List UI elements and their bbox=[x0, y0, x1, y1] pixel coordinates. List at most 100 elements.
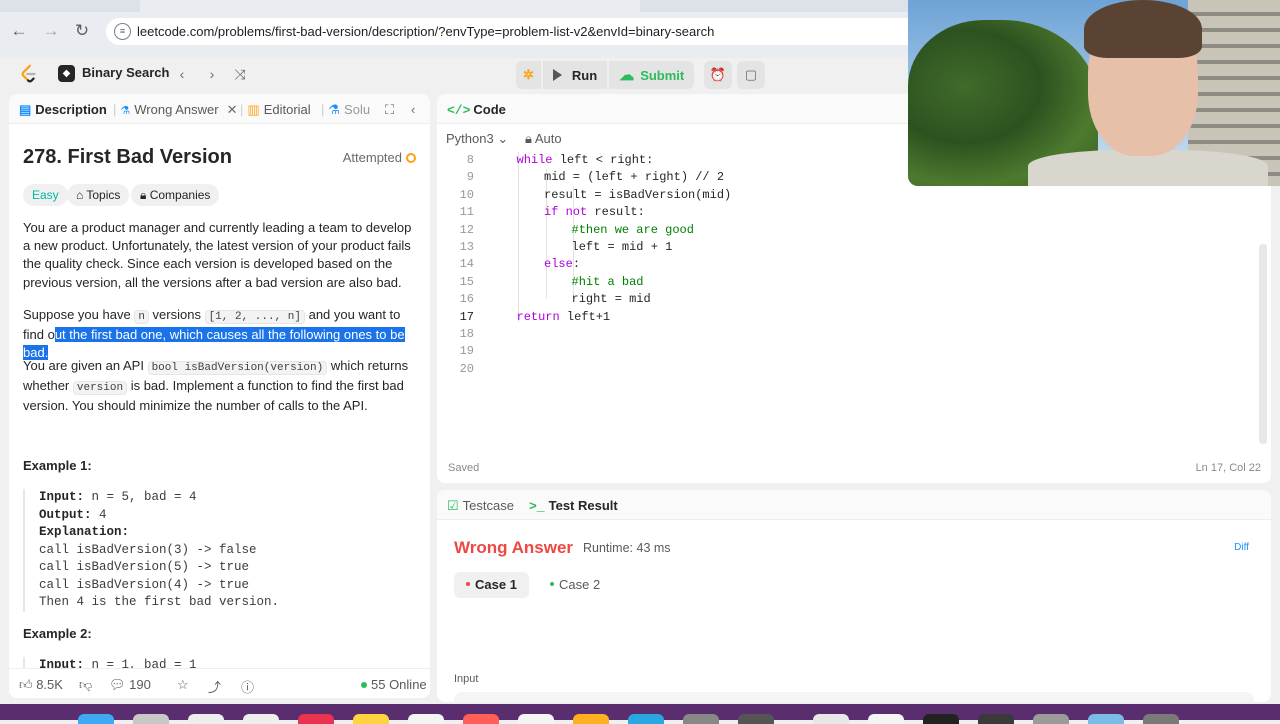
expand-icon[interactable]: ⛶ bbox=[385, 102, 394, 118]
case-1-button[interactable]: Case 1 bbox=[454, 572, 529, 598]
next-problem-icon[interactable]: › bbox=[201, 63, 223, 85]
debug-icon[interactable]: ✲ bbox=[516, 61, 541, 89]
comments-button[interactable]: 💬︎ 190 bbox=[109, 677, 151, 693]
dock-app[interactable] bbox=[573, 714, 609, 724]
dock-app[interactable] bbox=[408, 714, 444, 724]
code-editor[interactable]: 8 while left < right: 9 mid = (left + right… bbox=[437, 152, 1257, 452]
line-source: result = isBadVersion(mid) bbox=[544, 187, 731, 204]
dock-app[interactable] bbox=[78, 714, 114, 724]
tab-description[interactable]: ▤ Description bbox=[19, 102, 107, 118]
save-status: Saved bbox=[448, 462, 480, 474]
dock-app[interactable] bbox=[813, 714, 849, 724]
dock-app[interactable] bbox=[978, 714, 1014, 724]
code-token: right = mid bbox=[571, 292, 651, 307]
flask-icon: ⚗ bbox=[120, 105, 131, 117]
attempted-status: Attempted bbox=[343, 150, 416, 165]
url-text[interactable]: leetcode.com/problems/first-bad-version/… bbox=[137, 24, 714, 39]
submit-button[interactable]: ☁ Submit bbox=[609, 61, 695, 89]
terminal-icon: >_ bbox=[529, 499, 545, 514]
line-number: 14 bbox=[459, 257, 474, 272]
code-line[interactable]: 13 left = mid + 1 bbox=[437, 239, 1257, 256]
alarm-icon[interactable]: ⏰ bbox=[704, 61, 732, 89]
favorite-button[interactable]: ☆ bbox=[177, 677, 189, 693]
tab-testcase[interactable]: ☑ Testcase bbox=[447, 498, 514, 514]
active-tab[interactable] bbox=[140, 0, 640, 12]
dock-app[interactable] bbox=[353, 714, 389, 724]
dock-app[interactable] bbox=[1033, 714, 1069, 724]
forward-icon[interactable]: → bbox=[40, 20, 62, 42]
code-line[interactable]: 14 else: bbox=[437, 256, 1257, 273]
code-line[interactable]: 19 bbox=[437, 343, 1257, 360]
editor-scrollbar[interactable] bbox=[1259, 244, 1267, 444]
example-1-title: Example 1: bbox=[23, 458, 92, 473]
topics-label: Topics bbox=[86, 188, 121, 202]
tab-wrong-answer[interactable]: | ⚗ Wrong Answer ✕ bbox=[113, 102, 237, 118]
diff-toggle[interactable]: Diff bbox=[1234, 542, 1249, 553]
problem-list-icon[interactable]: ◆ bbox=[58, 65, 75, 82]
dock-app[interactable] bbox=[923, 714, 959, 724]
dislike-button[interactable]: 👎︎ bbox=[79, 677, 92, 693]
topics-chip[interactable]: ⌂ Topics bbox=[67, 184, 130, 206]
dock-app[interactable] bbox=[463, 714, 499, 724]
keyword-token: not bbox=[565, 205, 588, 220]
like-button[interactable]: 👍︎ 8.5K bbox=[19, 677, 63, 693]
description-paragraph-2: Suppose you have n versions [1, 2, ..., … bbox=[23, 306, 418, 363]
code-token: left+1 bbox=[559, 309, 611, 324]
companies-chip[interactable]: 🔒︎ Companies bbox=[131, 184, 220, 206]
close-tab-icon[interactable]: ✕ bbox=[227, 102, 238, 117]
line-number: 10 bbox=[459, 187, 474, 202]
keyword-token: else bbox=[544, 257, 573, 272]
language-select[interactable]: Python3 ⌄ bbox=[446, 131, 508, 147]
code-line[interactable]: 12 #then we are good bbox=[437, 222, 1257, 239]
example-2-title: Example 2: bbox=[23, 626, 92, 641]
collapse-icon[interactable]: ‹ bbox=[411, 102, 415, 117]
dock-app[interactable] bbox=[1088, 714, 1124, 724]
leetcode-logo-icon[interactable] bbox=[18, 63, 40, 85]
code-line[interactable]: 20 bbox=[437, 361, 1257, 378]
thumbs-down-icon: 👎︎ bbox=[79, 677, 93, 692]
code-line[interactable]: 18 bbox=[437, 326, 1257, 343]
code-line[interactable]: 10 result = isBadVersion(mid) bbox=[437, 187, 1257, 204]
problem-list-title[interactable]: Binary Search bbox=[82, 65, 169, 80]
dock-app[interactable] bbox=[518, 714, 554, 724]
tab-label: Testcase bbox=[462, 498, 514, 513]
submit-label: Submit bbox=[640, 67, 685, 83]
dock-app[interactable] bbox=[188, 714, 224, 724]
back-icon[interactable]: ← bbox=[8, 20, 30, 42]
keyword-token: if bbox=[544, 205, 559, 220]
tab-test-result[interactable]: >_ Test Result bbox=[529, 498, 618, 514]
dock-app[interactable] bbox=[133, 714, 169, 724]
problem-title[interactable]: 278. First Bad Version bbox=[23, 146, 232, 169]
tab-editorial[interactable]: | ▥ Editorial bbox=[240, 102, 311, 118]
reload-icon[interactable]: ↻ bbox=[71, 20, 93, 42]
dock-app[interactable] bbox=[738, 714, 774, 724]
auto-mode[interactable]: 🔒︎ Auto bbox=[525, 131, 562, 147]
line-number: 11 bbox=[459, 205, 474, 220]
help-button[interactable]: ⓘ bbox=[241, 677, 254, 696]
run-button[interactable]: Run bbox=[542, 61, 608, 89]
dock-app[interactable] bbox=[868, 714, 904, 724]
dock-app[interactable] bbox=[1143, 714, 1179, 724]
dock-app[interactable] bbox=[243, 714, 279, 724]
inline-code: version bbox=[72, 381, 128, 396]
share-button[interactable]: ⤴ bbox=[208, 677, 221, 696]
inline-code: n bbox=[134, 310, 149, 324]
dock-app[interactable] bbox=[628, 714, 664, 724]
dock-app[interactable] bbox=[298, 714, 334, 724]
pass-dot-icon bbox=[550, 582, 554, 586]
tab-solutions[interactable]: | ⚗ Solu bbox=[321, 102, 371, 118]
prev-problem-icon[interactable]: ‹ bbox=[171, 63, 193, 85]
shuffle-icon[interactable]: ⤨ bbox=[229, 63, 251, 85]
code-line[interactable]: 11 if not result: bbox=[437, 204, 1257, 221]
code-line[interactable]: 16 right = mid bbox=[437, 291, 1257, 308]
site-info-icon[interactable]: ≡ bbox=[114, 23, 131, 40]
comment-count: 190 bbox=[129, 677, 151, 692]
line-number: 15 bbox=[459, 274, 474, 289]
notes-icon[interactable]: ▢ bbox=[737, 61, 765, 89]
online-dot-icon bbox=[361, 682, 367, 688]
dock-app[interactable] bbox=[683, 714, 719, 724]
address-bar[interactable]: ≡ leetcode.com/problems/first-bad-versio… bbox=[106, 18, 946, 45]
code-line[interactable]: 15 #hit a bad bbox=[437, 274, 1257, 291]
case-2-button[interactable]: Case 2 bbox=[538, 572, 612, 598]
code-line[interactable]: 17 return left+1 bbox=[437, 309, 1257, 326]
